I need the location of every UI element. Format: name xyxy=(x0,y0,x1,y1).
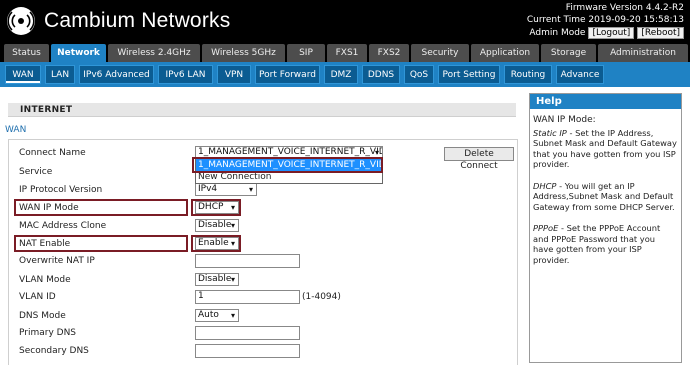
mac-clone-value: Disable xyxy=(198,220,232,230)
main-tabs: Status Network Wireless 2.4GHz Wireless … xyxy=(0,42,690,62)
wan-ip-mode-select[interactable]: DHCP ▾ xyxy=(195,201,239,214)
logout-button[interactable]: [Logout] xyxy=(588,27,635,39)
tab-administration[interactable]: Administration xyxy=(598,44,688,62)
section-title: INTERNET xyxy=(20,105,73,115)
subtab-vpn[interactable]: VPN xyxy=(217,65,251,84)
vlan-mode-select[interactable]: Disable ▾ xyxy=(195,273,239,286)
subtab-dmz[interactable]: DMZ xyxy=(324,65,358,84)
overwrite-nat-label: Overwrite NAT IP xyxy=(19,256,95,266)
ip-protocol-select[interactable]: IPv4 ▾ xyxy=(195,183,257,196)
tab-security[interactable]: Security xyxy=(411,44,469,62)
help-dhcp: DHCP - You will get an IP Address,Subnet… xyxy=(533,181,678,213)
mac-clone-select[interactable]: Disable ▾ xyxy=(195,219,239,232)
tab-fxs2[interactable]: FXS2 xyxy=(369,44,409,62)
delete-connect-button[interactable]: Delete Connect xyxy=(444,147,514,171)
ip-protocol-label: IP Protocol Version xyxy=(19,185,103,195)
vlan-id-input[interactable]: 1 xyxy=(195,290,300,304)
help-pppoe: PPPoE - Set the PPPoE Account and PPPoE … xyxy=(533,223,678,265)
tab-network[interactable]: Network xyxy=(51,44,106,62)
header-info: Firmware Version 4.4.2-R2 Current Time 2… xyxy=(527,2,684,39)
tab-wireless-24ghz[interactable]: Wireless 2.4GHz xyxy=(108,44,200,62)
subtab-lan[interactable]: LAN xyxy=(45,65,75,84)
vlan-mode-value: Disable xyxy=(198,274,232,284)
reboot-button[interactable]: [Reboot] xyxy=(637,27,684,39)
subtab-advance[interactable]: Advance xyxy=(556,65,604,84)
current-time: Current Time 2019-09-20 15:58:13 xyxy=(526,15,684,25)
tab-application[interactable]: Application xyxy=(471,44,539,62)
brand-logo: Cambium Networks xyxy=(6,6,230,36)
help-body: WAN IP Mode: Static IP - Set the IP Addr… xyxy=(530,109,681,265)
vlan-mode-label: VLAN Mode xyxy=(19,275,71,285)
tab-storage[interactable]: Storage xyxy=(541,44,596,62)
mac-clone-label: MAC Address Clone xyxy=(19,221,107,231)
dns-mode-label: DNS Mode xyxy=(19,311,66,321)
brand-name: Cambium Networks xyxy=(44,9,231,32)
chevron-down-icon: ▾ xyxy=(230,275,235,284)
tab-wireless-5ghz[interactable]: Wireless 5GHz xyxy=(202,44,285,62)
chevron-down-icon: ▾ xyxy=(230,311,235,320)
wan-ip-mode-value: DHCP xyxy=(198,202,224,212)
subtab-ipv6-lan[interactable]: IPv6 LAN xyxy=(158,65,213,84)
subtab-port-forward[interactable]: Port Forward xyxy=(255,65,320,84)
chevron-down-icon: ▾ xyxy=(230,239,235,248)
subsection-title: WAN xyxy=(5,125,27,135)
tab-status[interactable]: Status xyxy=(4,44,49,62)
cambium-logo-icon xyxy=(7,7,35,35)
primary-dns-label: Primary DNS xyxy=(19,328,77,338)
secondary-dns-input[interactable] xyxy=(195,344,300,358)
tab-sip[interactable]: SIP xyxy=(287,44,325,62)
help-dhcp-term: DHCP xyxy=(533,180,557,191)
sub-tabs: WAN LAN IPv6 Advanced IPv6 LAN VPN Port … xyxy=(0,62,690,87)
nat-enable-label: NAT Enable xyxy=(19,239,71,249)
help-panel: Help WAN IP Mode: Static IP - Set the IP… xyxy=(529,93,682,363)
dropdown-highlight xyxy=(192,157,383,173)
vlan-id-label: VLAN ID xyxy=(19,292,56,302)
overwrite-nat-input[interactable] xyxy=(195,254,300,268)
help-title: Help xyxy=(530,94,681,109)
help-pppoe-term: PPPoE xyxy=(533,223,559,233)
subtab-ipv6-advanced[interactable]: IPv6 Advanced xyxy=(79,65,154,84)
subtab-port-setting[interactable]: Port Setting xyxy=(438,65,500,84)
connect-name-value: 1_MANAGEMENT_VOICE_INTERNET_R_VID xyxy=(198,147,383,157)
service-label: Service xyxy=(19,167,53,177)
chevron-down-icon: ▾ xyxy=(230,221,235,230)
subtab-qos[interactable]: QoS xyxy=(404,65,434,84)
help-static: Static IP - Set the IP Address, Subnet M… xyxy=(533,128,678,170)
help-static-term: Static IP xyxy=(533,127,567,138)
nat-enable-value: Enable xyxy=(198,238,229,248)
secondary-dns-label: Secondary DNS xyxy=(19,346,89,356)
nat-enable-select[interactable]: Enable ▾ xyxy=(195,237,239,250)
connect-name-label: Connect Name xyxy=(19,148,86,158)
top-header: Cambium Networks Firmware Version 4.4.2-… xyxy=(0,0,690,42)
section-header: INTERNET xyxy=(8,103,516,117)
main-content: INTERNET WAN Connect Name 1_MANAGEMENT_V… xyxy=(0,87,525,365)
admin-mode-label: Admin Mode xyxy=(529,28,586,38)
firmware-version: Firmware Version 4.4.2-R2 xyxy=(565,3,684,13)
subtab-routing[interactable]: Routing xyxy=(504,65,552,84)
wan-ip-mode-label: WAN IP Mode xyxy=(19,203,79,213)
dns-mode-value: Auto xyxy=(198,310,219,320)
primary-dns-input[interactable] xyxy=(195,326,300,340)
subtab-wan[interactable]: WAN xyxy=(5,65,41,84)
help-heading: WAN IP Mode: xyxy=(533,115,596,125)
tab-fxs1[interactable]: FXS1 xyxy=(327,44,367,62)
ip-protocol-value: IPv4 xyxy=(198,184,218,194)
chevron-down-icon: ▾ xyxy=(230,203,235,212)
dns-mode-select[interactable]: Auto ▾ xyxy=(195,309,239,322)
chevron-down-icon: ▾ xyxy=(248,185,253,194)
subtab-ddns[interactable]: DDNS xyxy=(362,65,400,84)
vlan-id-range: (1-4094) xyxy=(302,292,341,302)
